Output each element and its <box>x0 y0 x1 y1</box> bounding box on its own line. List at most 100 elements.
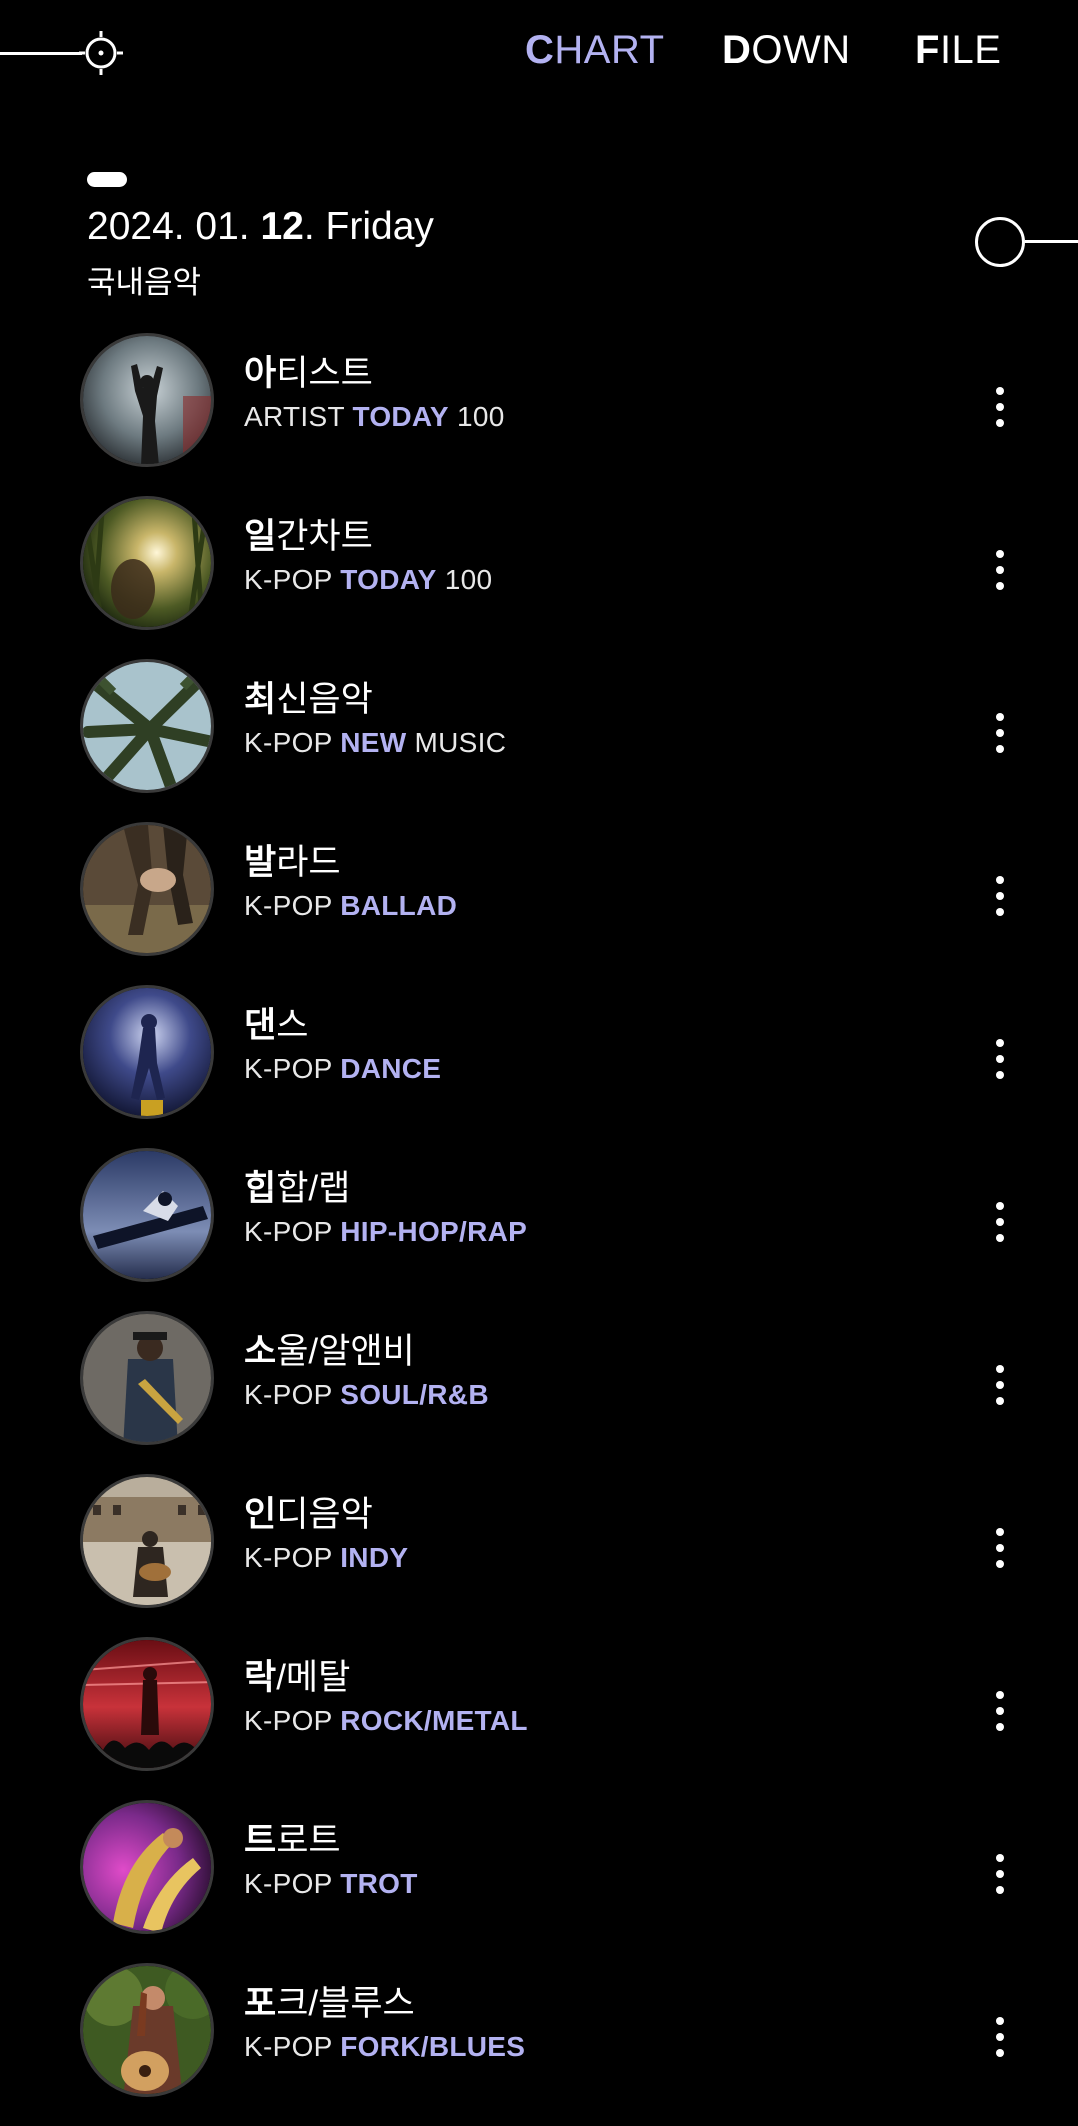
item-subtitle-prefix: K-POP <box>244 1705 341 1736</box>
item-subtitle-highlight: TROT <box>340 1868 418 1899</box>
item-subtitle-highlight: HIP-HOP/RAP <box>340 1216 528 1247</box>
thumbnail-image <box>80 1148 214 1282</box>
item-subtitle-prefix: K-POP <box>244 727 341 758</box>
item-subtitle: K-POP DANCE <box>244 1053 441 1085</box>
item-title-rest: 울/알앤비 <box>276 1332 415 1371</box>
thumbnail-image <box>80 1963 214 2097</box>
more-options-icon[interactable] <box>985 538 1015 598</box>
item-subtitle-highlight: TODAY <box>340 564 437 595</box>
date-suffix: . Friday <box>303 205 434 248</box>
item-subtitle-prefix: K-POP <box>244 890 341 921</box>
more-options-icon[interactable] <box>985 1842 1015 1902</box>
list-item[interactable]: 아티스트 ARTIST TODAY 100 <box>0 333 1078 496</box>
toggle-slider[interactable] <box>975 217 1078 267</box>
top-bar: CHART DOWN FILE <box>0 0 1078 110</box>
item-subtitle: K-POP BALLAD <box>244 890 457 922</box>
item-title-initial: 아 <box>244 354 277 393</box>
item-title: 트로트 <box>244 1812 341 1863</box>
list-item[interactable]: 발라드 K-POP BALLAD <box>0 822 1078 985</box>
item-subtitle-highlight: INDY <box>340 1542 409 1573</box>
item-title-initial: 힙 <box>244 1169 277 1208</box>
item-title-rest: 크/블루스 <box>276 1984 415 2023</box>
item-subtitle-suffix: 100 <box>448 401 505 432</box>
tab-file-label: ILE <box>939 28 1002 72</box>
item-subtitle-prefix: K-POP <box>244 1216 341 1247</box>
more-options-icon[interactable] <box>985 2005 1015 2065</box>
more-options-icon[interactable] <box>985 1679 1015 1739</box>
more-options-icon[interactable] <box>985 1027 1015 1087</box>
item-title: 인디음악 <box>244 1486 373 1537</box>
item-title-rest: 디음악 <box>276 1495 373 1534</box>
thumbnail-image <box>80 822 214 956</box>
item-title-rest: 로트 <box>276 1821 341 1860</box>
item-subtitle: ARTIST TODAY 100 <box>244 401 505 433</box>
item-title: 댄스 <box>244 997 308 1048</box>
list-item[interactable]: 인디음악 K-POP INDY <box>0 1474 1078 1637</box>
item-subtitle-prefix: K-POP <box>244 1379 341 1410</box>
item-title-rest: 라드 <box>276 843 341 882</box>
item-subtitle-prefix: K-POP <box>244 1868 341 1899</box>
more-options-icon[interactable] <box>985 1353 1015 1413</box>
date-day: 12 <box>260 205 304 248</box>
item-subtitle: K-POP SOUL/R&B <box>244 1379 489 1411</box>
list-item[interactable]: 락/메탈 K-POP ROCK/METAL <box>0 1637 1078 1800</box>
item-title: 포크/블루스 <box>244 1975 415 2026</box>
tab-chart-initial: C <box>525 28 555 72</box>
brightness-icon[interactable] <box>76 28 126 78</box>
more-options-icon[interactable] <box>985 375 1015 435</box>
item-subtitle: K-POP NEW MUSIC <box>244 727 506 759</box>
list-item[interactable]: 댄스 K-POP DANCE <box>0 985 1078 1148</box>
list-item[interactable]: 소울/알앤비 K-POP SOUL/R&B <box>0 1311 1078 1474</box>
item-title-rest: 티스트 <box>276 354 373 393</box>
more-options-icon[interactable] <box>985 864 1015 924</box>
item-title-rest: 간차트 <box>276 517 373 556</box>
date-indicator <box>87 172 127 187</box>
list-item[interactable]: 포크/블루스 K-POP FORK/BLUES <box>0 1963 1078 2126</box>
item-subtitle-prefix: K-POP <box>244 1542 341 1573</box>
more-options-icon[interactable] <box>985 701 1015 761</box>
list-item[interactable]: 트로트 K-POP TROT <box>0 1800 1078 1963</box>
item-title-initial: 발 <box>244 843 277 882</box>
item-title-initial: 락 <box>244 1658 277 1697</box>
page-date: 2024. 01. 12. Friday <box>87 205 434 249</box>
item-subtitle: K-POP INDY <box>244 1542 408 1574</box>
tab-down[interactable]: DOWN <box>722 28 851 73</box>
item-title-initial: 인 <box>244 1495 277 1534</box>
item-subtitle-prefix: K-POP <box>244 564 341 595</box>
tab-chart[interactable]: CHART <box>525 28 665 73</box>
menu-line <box>0 52 82 55</box>
item-subtitle-highlight: NEW <box>340 727 407 758</box>
item-title: 일간차트 <box>244 508 373 559</box>
item-title-rest: 합/랩 <box>276 1169 351 1208</box>
item-subtitle-highlight: SOUL/R&B <box>340 1379 489 1410</box>
item-subtitle-highlight: BALLAD <box>340 890 458 921</box>
item-subtitle-suffix: 100 <box>436 564 493 595</box>
item-title: 최신음악 <box>244 671 373 722</box>
item-subtitle: K-POP HIP-HOP/RAP <box>244 1216 527 1248</box>
thumbnail-image <box>80 1800 214 1934</box>
tab-file[interactable]: FILE <box>915 28 1001 73</box>
item-title: 발라드 <box>244 834 341 885</box>
more-options-icon[interactable] <box>985 1190 1015 1250</box>
item-subtitle: K-POP ROCK/METAL <box>244 1705 528 1737</box>
item-title-rest: 신음악 <box>276 680 373 719</box>
more-options-icon[interactable] <box>985 1516 1015 1576</box>
thumbnail-image <box>80 659 214 793</box>
item-subtitle: K-POP TODAY 100 <box>244 564 492 596</box>
tab-file-initial: F <box>915 28 940 72</box>
item-subtitle-suffix: MUSIC <box>406 727 507 758</box>
item-title: 아티스트 <box>244 345 373 396</box>
list-item[interactable]: 최신음악 K-POP NEW MUSIC <box>0 659 1078 822</box>
thumbnail-image <box>80 496 214 630</box>
category-title: 국내음악 <box>87 265 202 300</box>
item-subtitle-prefix: K-POP <box>244 1053 341 1084</box>
item-subtitle-prefix: ARTIST <box>244 401 353 432</box>
tab-down-initial: D <box>722 28 752 72</box>
tab-down-label: OWN <box>751 28 851 72</box>
item-subtitle-prefix: K-POP <box>244 2031 341 2062</box>
list-item[interactable]: 일간차트 K-POP TODAY 100 <box>0 496 1078 659</box>
list-item[interactable]: 힙합/랩 K-POP HIP-HOP/RAP <box>0 1148 1078 1311</box>
slider-knob[interactable] <box>975 217 1025 267</box>
slider-line <box>1025 240 1078 243</box>
item-subtitle-highlight: FORK/BLUES <box>340 2031 526 2062</box>
